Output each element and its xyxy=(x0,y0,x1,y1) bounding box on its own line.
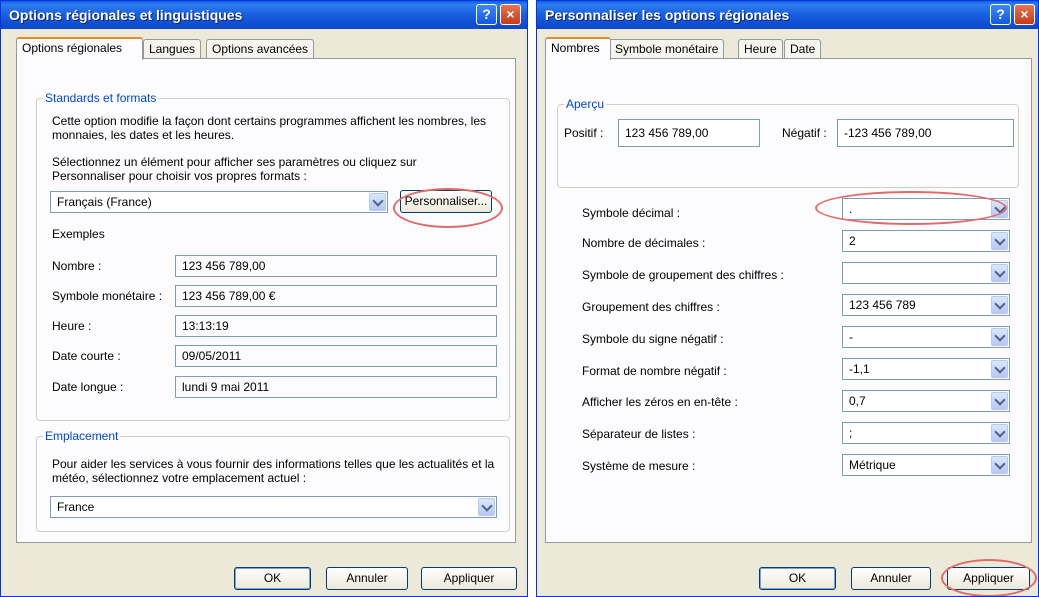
setting-label-decimal-count: Nombre de décimales : xyxy=(582,236,706,250)
setting-label-digit-grouping-symbol: Symbole de groupement des chiffres : xyxy=(582,268,784,282)
setting-label-negative-sign: Symbole du signe négatif : xyxy=(582,332,724,346)
customize-button[interactable]: Personnaliser... xyxy=(400,190,492,213)
decimal-symbol-value: . xyxy=(849,202,853,216)
cancel-button[interactable]: Annuler xyxy=(851,567,931,590)
negative-format-value: -1,1 xyxy=(849,362,870,376)
positive-preview: 123 456 789,00 xyxy=(618,119,760,147)
setting-label-list-separator: Séparateur de listes : xyxy=(582,427,696,441)
location-value: France xyxy=(57,500,95,514)
standards-description: Cette option modifie la façon dont certa… xyxy=(52,114,487,142)
example-value-long-date: lundi 9 mai 2011 xyxy=(175,376,497,398)
setting-label-decimal-symbol: Symbole décimal : xyxy=(582,206,681,220)
chevron-down-icon xyxy=(478,498,495,516)
leading-zeros-dropdown[interactable]: 0,7 xyxy=(842,390,1010,412)
example-label-short-date: Date courte : xyxy=(52,349,121,363)
locale-value: Français (France) xyxy=(57,195,152,209)
format-select-hint: Sélectionnez un élément pour afficher se… xyxy=(52,155,417,183)
example-value-short-date: 09/05/2011 xyxy=(175,345,497,367)
chevron-down-icon xyxy=(991,200,1008,218)
setting-label-digit-grouping: Groupement des chiffres : xyxy=(582,300,720,314)
example-value-time: 13:13:19 xyxy=(175,315,497,337)
dialog-titlebar: Options régionales et linguistiques ? × xyxy=(1,1,527,29)
example-label-long-date: Date longue : xyxy=(52,380,124,394)
cancel-button[interactable]: Annuler xyxy=(326,567,408,590)
measurement-system-value: Métrique xyxy=(849,458,896,472)
standards-legend: Standards et formats xyxy=(43,91,159,105)
tab-advanced-options[interactable]: Options avancées xyxy=(206,39,315,59)
ok-button[interactable]: OK xyxy=(759,567,836,590)
positive-label: Positif : xyxy=(564,126,604,140)
location-group: Emplacement Pour aider les services à vo… xyxy=(36,429,510,532)
setting-label-negative-format: Format de nombre négatif : xyxy=(582,364,727,378)
chevron-down-icon xyxy=(991,456,1008,474)
leading-zeros-value: 0,7 xyxy=(849,394,866,408)
tab-panel: Aperçu Positif : 123 456 789,00 Négatif … xyxy=(545,58,1032,543)
dialog-titlebar: Personnaliser les options régionales ? × xyxy=(537,1,1038,29)
regional-options-dialog: Options régionales et linguistiques ? × … xyxy=(0,0,528,597)
tab-regional-options[interactable]: Options régionales xyxy=(16,37,143,60)
negative-sign-dropdown[interactable]: - xyxy=(842,326,1010,348)
digit-grouping-value: 123 456 789 xyxy=(849,298,916,312)
preview-group: Aperçu Positif : 123 456 789,00 Négatif … xyxy=(557,97,1019,188)
setting-label-measurement-system: Système de mesure : xyxy=(582,459,696,473)
examples-label: Exemples xyxy=(52,227,105,241)
chevron-down-icon xyxy=(991,392,1008,410)
location-description: Pour aider les services à vous fournir d… xyxy=(52,457,495,485)
chevron-down-icon xyxy=(991,424,1008,442)
tab-languages[interactable]: Langues xyxy=(143,39,202,59)
example-label-currency: Symbole monétaire : xyxy=(52,289,163,303)
negative-preview: -123 456 789,00 xyxy=(837,119,1014,147)
preview-legend: Aperçu xyxy=(564,97,607,111)
dialog-title: Personnaliser les options régionales xyxy=(545,7,790,23)
chevron-down-icon xyxy=(991,264,1008,282)
negative-sign-value: - xyxy=(849,330,853,344)
tab-panel: Standards et formats Cette option modifi… xyxy=(16,58,516,543)
decimal-count-dropdown[interactable]: 2 xyxy=(842,230,1010,252)
close-icon[interactable]: × xyxy=(1014,4,1035,25)
standards-group: Standards et formats Cette option modifi… xyxy=(36,91,510,421)
chevron-down-icon xyxy=(991,232,1008,250)
digit-grouping-dropdown[interactable]: 123 456 789 xyxy=(842,294,1010,316)
chevron-down-icon xyxy=(369,193,386,211)
decimal-symbol-dropdown[interactable]: . xyxy=(842,198,1010,220)
setting-label-leading-zeros: Afficher les zéros en en-tête : xyxy=(582,395,738,409)
list-separator-dropdown[interactable]: ; xyxy=(842,422,1010,444)
ok-button[interactable]: OK xyxy=(234,567,311,590)
chevron-down-icon xyxy=(991,296,1008,314)
tab-currency[interactable]: Symbole monétaire xyxy=(609,39,725,59)
help-icon[interactable]: ? xyxy=(990,4,1011,25)
list-separator-value: ; xyxy=(849,426,853,440)
negative-format-dropdown[interactable]: -1,1 xyxy=(842,358,1010,380)
customize-regional-options-dialog: Personnaliser les options régionales ? ×… xyxy=(536,0,1039,597)
chevron-down-icon xyxy=(991,328,1008,346)
negative-label: Négatif : xyxy=(782,126,827,140)
example-label-number: Nombre : xyxy=(52,259,102,273)
location-legend: Emplacement xyxy=(43,429,121,443)
decimal-count-value: 2 xyxy=(849,234,856,248)
tab-date[interactable]: Date xyxy=(784,39,822,59)
tab-time[interactable]: Heure xyxy=(738,39,783,59)
example-value-currency: 123 456 789,00 € xyxy=(175,285,497,307)
measurement-system-dropdown[interactable]: Métrique xyxy=(842,454,1010,476)
location-dropdown[interactable]: France xyxy=(50,496,497,518)
close-icon[interactable]: × xyxy=(500,4,521,25)
example-value-number: 123 456 789,00 xyxy=(175,255,497,277)
apply-button[interactable]: Appliquer xyxy=(421,567,517,590)
apply-button[interactable]: Appliquer xyxy=(947,567,1030,590)
chevron-down-icon xyxy=(991,360,1008,378)
help-icon[interactable]: ? xyxy=(476,4,497,25)
tab-numbers[interactable]: Nombres xyxy=(545,37,611,60)
digit-grouping-symbol-dropdown[interactable] xyxy=(842,262,1010,284)
dialog-title: Options régionales et linguistiques xyxy=(9,7,243,23)
example-label-time: Heure : xyxy=(52,319,92,333)
locale-dropdown[interactable]: Français (France) xyxy=(50,191,388,213)
